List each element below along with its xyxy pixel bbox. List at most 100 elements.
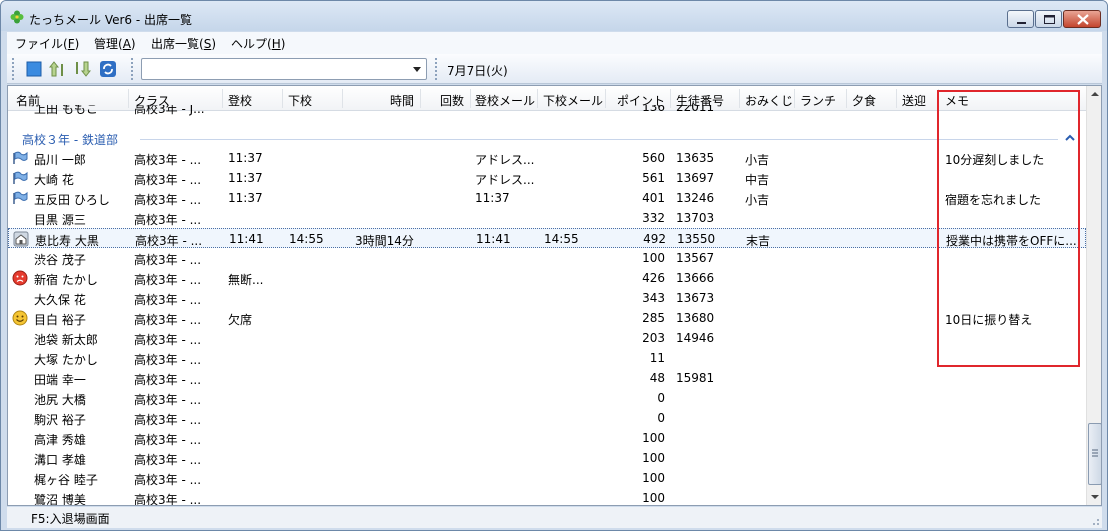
square-view-icon[interactable]	[25, 60, 43, 78]
cell-class: 高校3年 - ...	[134, 393, 202, 407]
table-row[interactable]: 溝口 孝雄 高校3年 - ... 100	[8, 448, 1086, 468]
cell-student-no: 13673	[676, 291, 715, 305]
table-row[interactable]: 新宿 たかし 高校3年 - ... 無断... 426 13666	[8, 268, 1086, 288]
cell-student-no: 13666	[676, 271, 715, 285]
table-row[interactable]: 梶ヶ谷 睦子 高校3年 - ... 100	[8, 468, 1086, 488]
resize-grip-icon[interactable]	[1090, 516, 1100, 526]
table-row[interactable]: 品川 一郎 高校3年 - ... 11:37 アドレス... 560 13635 小吉 10分…	[8, 148, 1086, 168]
cell-class: 高校3年 - ...	[134, 413, 202, 427]
cell-name: 目白 裕子	[34, 313, 86, 327]
scroll-up-icon[interactable]	[1087, 86, 1102, 103]
table-row[interactable]: 大塚 たかし 高校3年 - ... 11	[8, 348, 1086, 368]
cell-name: 恵比寿 大黒	[35, 234, 99, 248]
cell-name: 新宿 たかし	[34, 273, 98, 287]
cell-name: 高津 秀雄	[34, 433, 86, 447]
cell-class: 高校3年 - ...	[134, 293, 202, 307]
table-row[interactable]: 五反田 ひろし 高校3年 - ... 11:37 11:37 401 13246 小吉 宿題を…	[8, 188, 1086, 208]
table-row[interactable]: 田端 幸一 高校3年 - ... 48 15981	[8, 368, 1086, 388]
cell-in-time: 11:41	[229, 232, 264, 246]
cell-points: 426	[642, 271, 665, 285]
attendance-list[interactable]: 名前 クラス 登校 下校 時間 回数 登校メール 下校メール ポイント 生徒番号…	[7, 85, 1102, 506]
maximize-icon	[1044, 15, 1055, 24]
cell-in-mail: アドレス...	[475, 153, 535, 167]
flag-icon	[13, 151, 28, 164]
flag-icon	[13, 191, 28, 204]
cell-name: 大久保 花	[34, 293, 86, 307]
window-title: たっちメール Ver6 - 出席一覧	[29, 13, 193, 27]
maximize-button[interactable]	[1035, 10, 1062, 28]
smile-face-icon	[12, 310, 28, 326]
cell-in-time: 11:37	[228, 191, 263, 205]
cell-memo: 授業中は携帯をOFFに...	[946, 234, 1077, 248]
minimize-button[interactable]	[1007, 10, 1034, 28]
sort-up-icon[interactable]	[49, 60, 67, 78]
cell-points: 561	[642, 171, 665, 185]
date-label: 7月7日(火)	[447, 64, 508, 78]
cell-points: 48	[649, 371, 665, 385]
cell-points: 100	[642, 471, 665, 485]
toolbar-grip-3[interactable]	[435, 58, 438, 80]
cell-memo: 10日に振り替え	[945, 313, 1033, 327]
cell-name: 大塚 たかし	[34, 353, 98, 367]
cell-in-time: 11:37	[228, 171, 263, 185]
cell-in-mail: 11:41	[476, 232, 511, 246]
table-row[interactable]: 池尻 大橋 高校3年 - ... 0	[8, 388, 1086, 408]
cell-class: 高校3年 - ...	[134, 153, 202, 167]
angry-face-icon	[12, 270, 28, 286]
table-row[interactable]: 駒沢 裕子 高校3年 - ... 0	[8, 408, 1086, 428]
toolbar-grip-2[interactable]	[131, 58, 134, 80]
cell-memo: 宿題を忘れました	[945, 193, 1042, 207]
menu-help[interactable]: ヘルプ(H)	[231, 35, 285, 52]
vertical-scrollbar[interactable]	[1086, 86, 1102, 505]
menu-bar: ファイル(F) 管理(A) 出席一覧(S) ヘルプ(H)	[7, 32, 1102, 54]
cell-in-mail: 11:37	[475, 191, 510, 205]
table-row[interactable]: 池袋 新太郎 高校3年 - ... 203 14946	[8, 328, 1086, 348]
table-row[interactable]: 恵比寿 大黒 高校3年 - ... 11:41 14:55 3時間14分 11:41 14:…	[8, 228, 1086, 248]
cell-name: 田端 幸一	[34, 373, 86, 387]
menu-manage[interactable]: 管理(A)	[94, 35, 136, 52]
status-text: F5:入退場画面	[31, 512, 110, 526]
table-row[interactable]: 目白 裕子 高校3年 - ... 欠席 285 13680 10日に振り替え	[8, 308, 1086, 328]
table-row[interactable]: 大久保 花 高校3年 - ... 343 13673	[8, 288, 1086, 308]
cell-name: 梶ヶ谷 睦子	[34, 473, 98, 487]
sort-down-icon[interactable]	[73, 60, 91, 78]
cell-points: 492	[643, 232, 666, 246]
close-button[interactable]	[1063, 10, 1101, 28]
menu-file[interactable]: ファイル(F)	[15, 35, 79, 52]
cell-class: 高校3年 - J...	[134, 105, 205, 116]
cell-points: 560	[642, 151, 665, 165]
group-header[interactable]: 高校３年 - 鉄道部	[8, 128, 1086, 148]
cell-class: 高校3年 - ...	[134, 213, 202, 227]
table-row[interactable]: 目黒 源三 高校3年 - ... 332 13703	[8, 208, 1086, 228]
cell-duration: 3時間14分	[355, 234, 414, 248]
cell-student-no: 13567	[676, 251, 715, 265]
table-row[interactable]: 高津 秀雄 高校3年 - ... 100	[8, 428, 1086, 448]
table-row-partial[interactable]: 上田 ももこ 高校3年 - J... 136 22011	[8, 105, 1086, 119]
cell-student-no: 15981	[676, 371, 715, 385]
table-row[interactable]: 渋谷 茂子 高校3年 - ... 100 13567	[8, 248, 1086, 268]
menu-attendance[interactable]: 出席一覧(S)	[151, 35, 216, 52]
cell-omikuji: 小吉	[745, 193, 770, 207]
class-select[interactable]	[141, 58, 427, 80]
status-bar: F5:入退場画面	[7, 507, 1102, 528]
cell-name: 大崎 花	[34, 173, 74, 187]
refresh-icon[interactable]	[99, 60, 117, 78]
cell-class: 高校3年 - ...	[134, 313, 202, 327]
table-row[interactable]: 鷺沼 博美 高校3年 - ... 100	[8, 488, 1086, 505]
scroll-down-icon[interactable]	[1087, 488, 1102, 505]
table-row[interactable]: 大崎 花 高校3年 - ... 11:37 アドレス... 561 13697 中吉	[8, 168, 1086, 188]
cell-points: 136	[642, 105, 665, 114]
toolbar-grip[interactable]	[12, 58, 15, 80]
title-bar[interactable]: たっちメール Ver6 - 出席一覧	[1, 1, 1107, 31]
cell-student-no: 22011	[676, 105, 715, 114]
cell-class: 高校3年 - ...	[134, 433, 202, 447]
chevron-up-icon[interactable]	[1065, 134, 1075, 142]
scroll-thumb[interactable]	[1088, 423, 1101, 485]
group-label: 高校３年 - 鉄道部	[22, 133, 118, 147]
cell-class: 高校3年 - ...	[135, 234, 203, 248]
cell-in-time: 11:37	[228, 151, 263, 165]
cell-in-time: 欠席	[228, 313, 253, 327]
cell-points: 100	[642, 251, 665, 265]
cell-class: 高校3年 - ...	[134, 373, 202, 387]
cell-student-no: 13550	[677, 232, 716, 246]
